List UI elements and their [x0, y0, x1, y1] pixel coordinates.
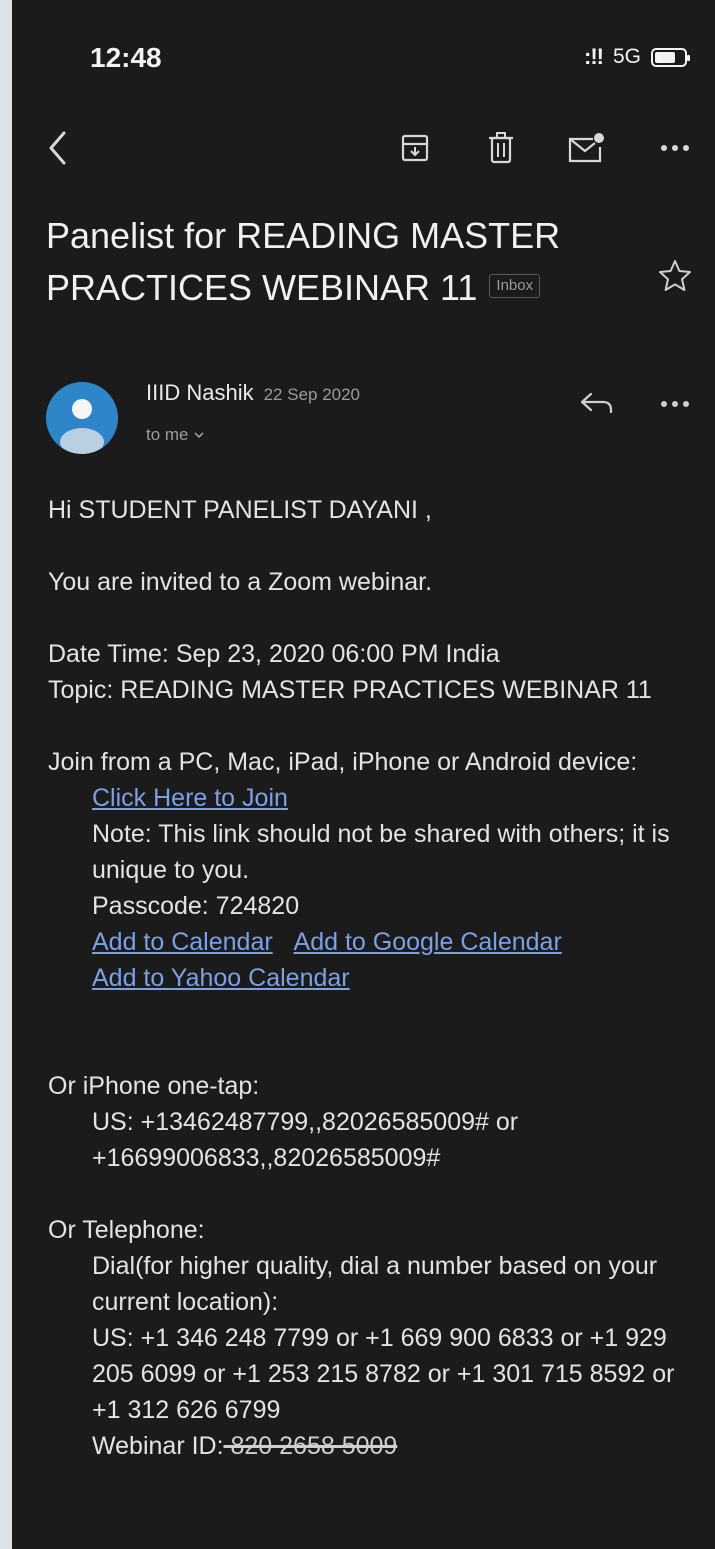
webinar-id-label: Webinar ID: [92, 1432, 224, 1460]
passcode-text: Passcode: 724820 [92, 892, 300, 920]
more-horizontal-icon [661, 401, 689, 407]
inbox-label[interactable]: Inbox [489, 274, 541, 299]
archive-icon [401, 134, 429, 162]
trash-icon [489, 132, 513, 164]
back-button[interactable] [38, 128, 78, 168]
recipient-text: to me [146, 425, 189, 444]
phone-screen: 12:48 :!! 5G Panelist for READING MASTER… [12, 0, 715, 1549]
chevron-left-icon [49, 131, 66, 165]
reply-icon [580, 392, 613, 414]
star-button[interactable] [657, 258, 693, 294]
sender-row: IIID Nashik 22 Sep 2020 [146, 380, 360, 406]
join-link[interactable]: Click Here to Join [92, 784, 288, 812]
chevron-down-icon [194, 432, 204, 439]
avatar[interactable] [46, 382, 118, 454]
status-time: 12:48 [90, 42, 162, 73]
email-toolbar [12, 120, 715, 180]
topic-text: Topic: READING MASTER PRACTICES WEBINAR … [48, 676, 652, 704]
person-icon [60, 399, 104, 454]
dial-text: Dial(for higher quality, dial a number b… [92, 1252, 658, 1316]
add-to-google-calendar-link[interactable]: Add to Google Calendar [294, 928, 562, 956]
email-date: 22 Sep 2020 [263, 385, 361, 404]
join-details: Click Here to Join Note: This link shoul… [48, 780, 708, 996]
status-indicators: :!! 5G [584, 44, 690, 70]
intro-text: You are invited to a Zoom webinar. [48, 568, 433, 596]
iphone-heading: Or iPhone one-tap: [48, 1072, 260, 1100]
us-numbers[interactable]: US: +1 346 248 7799 or +1 669 900 6833 o… [92, 1320, 708, 1428]
sender-name[interactable]: IIID Nashik [146, 380, 254, 405]
delete-button[interactable] [481, 128, 521, 168]
message-more-button[interactable] [655, 384, 695, 424]
status-bar: 12:48 :!! 5G [12, 0, 715, 110]
battery-icon [651, 47, 690, 67]
webinar-id-value: 820 2658 5009 [223, 1432, 398, 1460]
network-type: 5G [612, 45, 641, 68]
add-to-calendar-link[interactable]: Add to Calendar [92, 928, 273, 956]
iphone-numbers[interactable]: US: +13462487799,,82026585009# or +16699… [48, 1104, 708, 1176]
email-body: Hi STUDENT PANELIST DAYANI , You are inv… [48, 492, 708, 1464]
telephone-details: Dial(for higher quality, dial a number b… [48, 1248, 708, 1464]
email-subject: Panelist for READING MASTER PRACTICES WE… [46, 210, 646, 314]
greeting: Hi STUDENT PANELIST DAYANI , [48, 496, 432, 524]
more-options-button[interactable] [655, 128, 695, 168]
star-icon [659, 260, 691, 291]
telephone-heading: Or Telephone: [48, 1216, 205, 1244]
add-to-yahoo-calendar-link[interactable]: Add to Yahoo Calendar [92, 964, 350, 992]
mark-unread-button[interactable] [566, 128, 606, 168]
reply-button[interactable] [577, 388, 617, 418]
recipient-toggle[interactable]: to me [146, 425, 205, 445]
more-horizontal-icon [661, 145, 689, 151]
archive-button[interactable] [395, 128, 435, 168]
join-text: Join from a PC, Mac, iPad, iPhone or And… [48, 748, 638, 776]
mail-unread-icon [568, 133, 604, 163]
note-text: Note: This link should not be shared wit… [92, 820, 670, 884]
signal-icon: :!! [584, 44, 604, 69]
date-time-text: Date Time: Sep 23, 2020 06:00 PM India [48, 640, 500, 668]
subject-text: Panelist for READING MASTER PRACTICES WE… [46, 215, 561, 308]
